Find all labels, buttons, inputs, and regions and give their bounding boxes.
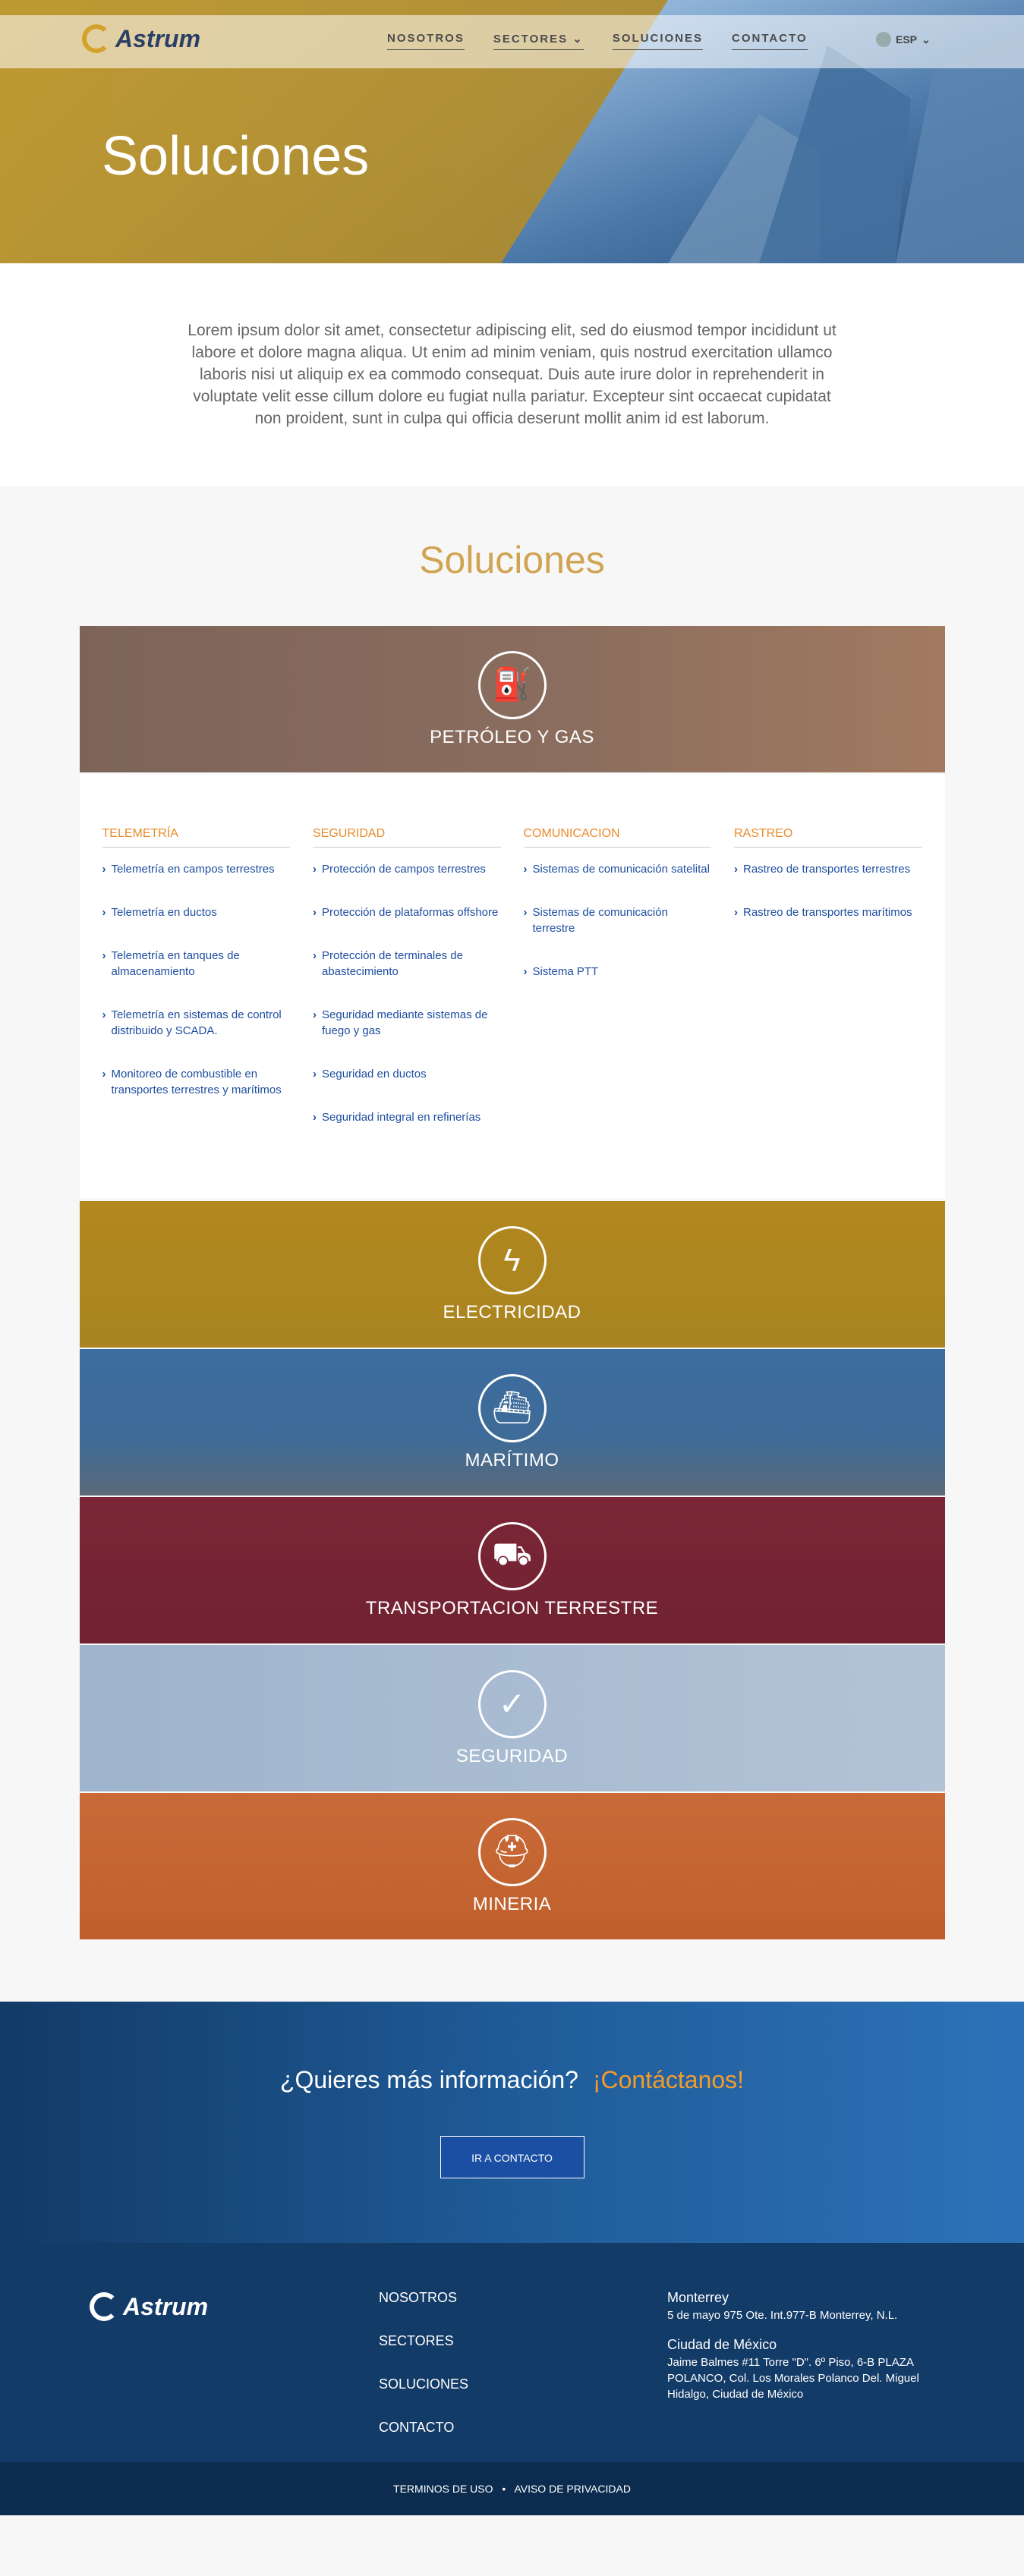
petroleo-submenu: TELEMETRÍA Telemetría en campos terrestr… xyxy=(79,774,945,1198)
logo-text: Astrum xyxy=(115,24,201,52)
submenu-link[interactable]: Telemetría en ductos xyxy=(102,904,291,920)
submenu-column: COMUNICACION Sistemas de comunicación sa… xyxy=(523,827,712,1153)
logo-icon xyxy=(90,2292,118,2321)
office-address: Jaime Balmes #11 Torre "D". 6º Piso, 6-B… xyxy=(667,2356,919,2401)
submenu-link[interactable]: Seguridad en ductos xyxy=(313,1066,501,1082)
card-label: TRANSPORTACION TERRESTRE xyxy=(365,1597,659,1618)
chevron-down-icon: ⌄ xyxy=(922,33,931,46)
footer-link-contacto[interactable]: CONTACTO xyxy=(379,2420,468,2436)
footer-link-nosotros[interactable]: NOSOTROS xyxy=(379,2290,468,2306)
oil-pump-icon: ⛽ xyxy=(477,650,547,719)
intro-text: Lorem ipsum dolor sit amet, consectetur … xyxy=(187,322,837,427)
submenu-link[interactable]: Telemetría en sistemas de control distri… xyxy=(102,1007,291,1039)
privacy-link[interactable]: AVISO DE PRIVACIDAD xyxy=(514,2483,631,2495)
submenu-link[interactable]: Rastreo de transportes terrestres xyxy=(734,861,922,877)
intro-section: Lorem ipsum dolor sit amet, consectetur … xyxy=(0,263,1024,486)
submenu-link[interactable]: Seguridad mediante sistemas de fuego y g… xyxy=(313,1007,501,1039)
site-logo[interactable]: Astrum xyxy=(82,24,200,53)
globe-icon xyxy=(876,32,891,47)
terms-link[interactable]: TERMINOS DE USO xyxy=(393,2483,493,2495)
footer-logo[interactable]: Astrum xyxy=(90,2292,208,2321)
cta-highlight: ¡Contáctanos! xyxy=(592,2066,745,2093)
legal-bar: TERMINOS DE USO • AVISO DE PRIVACIDAD xyxy=(0,2462,1024,2515)
submenu-link[interactable]: Protección de terminales de abastecimien… xyxy=(313,948,501,980)
lightning-icon: ϟ xyxy=(477,1225,547,1294)
submenu-column: RASTREO Rastreo de transportes terrestre… xyxy=(734,827,922,1153)
logo-text: Astrum xyxy=(123,2292,209,2320)
truck-icon: ⛟ xyxy=(477,1521,547,1590)
submenu-link[interactable]: Seguridad integral en refinerías xyxy=(313,1109,501,1125)
ship-icon: ⛴ xyxy=(477,1373,547,1442)
contact-button[interactable]: IR A CONTACTO xyxy=(440,2136,584,2178)
submenu-column: SEGURIDAD Protección de campos terrestre… xyxy=(313,827,501,1153)
nav-nosotros[interactable]: NOSOTROS xyxy=(387,32,465,50)
office-addresses: Monterrey 5 de mayo 975 Ote. Int.977-B M… xyxy=(667,2290,941,2416)
submenu-heading: TELEMETRÍA xyxy=(102,827,290,848)
site-footer: Astrum NOSOTROS SECTORES SOLUCIONES CONT… xyxy=(0,2243,1024,2462)
submenu-link[interactable]: Protección de campos terrestres xyxy=(313,861,501,877)
card-petroleo-gas[interactable]: ⛽ PETRÓLEO Y GAS xyxy=(79,626,945,772)
shield-icon: ✓ xyxy=(477,1669,547,1738)
office-city: Monterrey xyxy=(667,2290,729,2305)
submenu-link[interactable]: Rastreo de transportes marítimos xyxy=(734,904,922,920)
submenu-link[interactable]: Sistemas de comunicación satelital xyxy=(524,861,712,877)
hero-banner: Astrum NOSOTROS SECTORES ⌄ SOLUCIONES CO… xyxy=(0,0,1024,263)
language-selector[interactable]: ESP ⌄ xyxy=(876,32,931,47)
top-navbar: Astrum NOSOTROS SECTORES ⌄ SOLUCIONES CO… xyxy=(0,15,1024,68)
cta-question: ¿Quieres más información? xyxy=(279,2066,578,2093)
card-label: MINERIA xyxy=(472,1893,552,1914)
submenu-link[interactable]: Telemetría en tanques de almacenamiento xyxy=(102,948,291,980)
submenu-link[interactable]: Sistema PTT xyxy=(524,964,712,980)
submenu-heading: COMUNICACION xyxy=(523,827,711,848)
nav-soluciones[interactable]: SOLUCIONES xyxy=(612,32,704,50)
logo-icon xyxy=(82,24,111,53)
card-mineria[interactable]: ⛑ MINERIA xyxy=(79,1793,945,1939)
footer-link-soluciones[interactable]: SOLUCIONES xyxy=(379,2376,468,2392)
legal-separator: • xyxy=(502,2483,506,2495)
card-label: SEGURIDAD xyxy=(455,1745,569,1766)
page-title: Soluciones xyxy=(102,126,370,187)
nav-sectores-label: SECTORES xyxy=(493,33,569,46)
submenu-heading: SEGURIDAD xyxy=(313,827,501,848)
helmet-icon: ⛑ xyxy=(477,1817,547,1886)
office-city: Ciudad de México xyxy=(667,2337,777,2352)
submenu-link[interactable]: Monitoreo de combustible en transportes … xyxy=(102,1066,291,1098)
submenu-link[interactable]: Protección de plataformas offshore xyxy=(313,904,501,920)
card-transportacion-terrestre[interactable]: ⛟ TRANSPORTACION TERRESTRE xyxy=(79,1497,945,1643)
nav-sectores[interactable]: SECTORES ⌄ xyxy=(493,32,584,50)
footer-nav: NOSOTROS SECTORES SOLUCIONES CONTACTO xyxy=(379,2290,468,2463)
submenu-link[interactable]: Sistemas de comunicación terrestre xyxy=(524,904,712,936)
solutions-title: Soluciones xyxy=(419,539,605,581)
card-electricidad[interactable]: ϟ ELECTRICIDAD xyxy=(79,1201,945,1348)
card-maritimo[interactable]: ⛴ MARÍTIMO xyxy=(79,1349,945,1496)
main-nav: NOSOTROS SECTORES ⌄ SOLUCIONES CONTACTO xyxy=(387,32,808,50)
solutions-list: ⛽ PETRÓLEO Y GAS TELEMETRÍA Telemetría e… xyxy=(79,626,945,1939)
contact-cta: ¿Quieres más información? ¡Contáctanos! … xyxy=(0,2002,1024,2243)
footer-link-sectores[interactable]: SECTORES xyxy=(379,2333,468,2349)
cta-heading: ¿Quieres más información? ¡Contáctanos! xyxy=(0,2066,1024,2094)
submenu-column: TELEMETRÍA Telemetría en campos terrestr… xyxy=(102,827,291,1153)
card-label: PETRÓLEO Y GAS xyxy=(430,726,594,747)
card-label: ELECTRICIDAD xyxy=(443,1301,581,1323)
nav-contacto[interactable]: CONTACTO xyxy=(732,32,808,50)
card-seguridad[interactable]: ✓ SEGURIDAD xyxy=(79,1645,945,1791)
office-address: 5 de mayo 975 Ote. Int.977-B Monterrey, … xyxy=(667,2309,898,2322)
chevron-down-icon: ⌄ xyxy=(572,33,584,46)
submenu-link[interactable]: Telemetría en campos terrestres xyxy=(102,861,291,877)
solutions-section: Soluciones ⛽ PETRÓLEO Y GAS TELEMETRÍA T… xyxy=(0,486,1024,2002)
language-label: ESP xyxy=(896,33,918,46)
card-label: MARÍTIMO xyxy=(465,1449,559,1470)
submenu-heading: RASTREO xyxy=(734,827,922,848)
